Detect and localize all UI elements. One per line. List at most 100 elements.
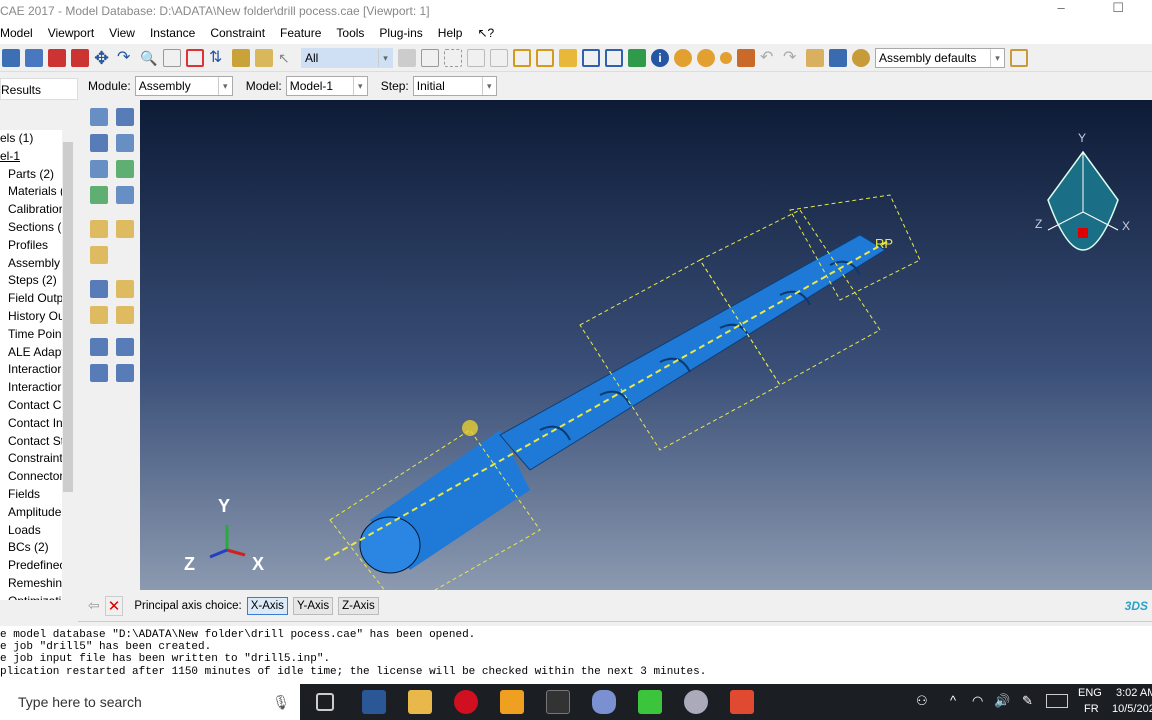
pan-icon[interactable]: ✥	[94, 49, 112, 67]
language-primary[interactable]: ENG	[1078, 687, 1102, 699]
viewport[interactable]: RP Y X Z Y X Z	[140, 100, 1152, 611]
task-view-icon[interactable]	[316, 693, 334, 711]
tree-item[interactable]: Constraint	[0, 450, 62, 468]
datum-csys-offset-icon[interactable]	[116, 364, 134, 382]
tree-item[interactable]: ALE Adapt	[0, 344, 62, 362]
back-arrow-icon[interactable]: ⇦	[88, 597, 100, 614]
module-select[interactable]: Assembly ▾	[134, 76, 233, 96]
file-explorer-icon[interactable]	[408, 690, 432, 714]
keyboard-icon[interactable]	[1046, 694, 1068, 708]
tree-item[interactable]: Loads	[0, 522, 62, 540]
abaqus-viewer-icon[interactable]	[592, 690, 616, 714]
zoom-icon[interactable]: 🔍	[140, 49, 158, 67]
tree-item[interactable]: Calibratior	[0, 201, 62, 219]
menu-model[interactable]: Model	[0, 26, 33, 40]
tree-item[interactable]: Parts (2)	[0, 166, 62, 184]
word-icon[interactable]	[362, 690, 386, 714]
taskbar-search[interactable]: Type here to search 🎙	[0, 684, 300, 720]
cycle-view-icon[interactable]: ⇅	[209, 49, 227, 67]
select2-icon[interactable]	[490, 48, 508, 67]
tree-item[interactable]: Materials (	[0, 183, 62, 201]
tree-item[interactable]: Predefinec	[0, 557, 62, 575]
ladder2-icon[interactable]	[255, 48, 273, 67]
volume-icon[interactable]: 🔊	[994, 693, 1010, 709]
views-icon[interactable]	[806, 48, 824, 67]
select-icon[interactable]	[467, 48, 485, 67]
merge-cut-icon[interactable]	[90, 186, 108, 204]
datum-csys-3pts-icon[interactable]	[90, 364, 108, 382]
shaded-icon[interactable]	[628, 48, 646, 67]
table-icon[interactable]	[829, 48, 847, 67]
step-select[interactable]: Initial ▾	[412, 76, 497, 96]
menu-plugins[interactable]: Plug-ins	[379, 26, 422, 40]
chevron-up-icon[interactable]: ^	[950, 693, 956, 708]
datum-axis-icon[interactable]	[116, 280, 134, 298]
context-help-button[interactable]: ↖?	[477, 26, 494, 40]
face-to-face-icon[interactable]	[116, 220, 134, 238]
microphone-icon[interactable]: 🎙	[272, 684, 290, 720]
app2-icon[interactable]	[684, 690, 708, 714]
tree-item[interactable]: Contact St	[0, 433, 62, 451]
selection-option-icon[interactable]	[398, 48, 416, 67]
linear-pattern-icon[interactable]	[116, 108, 134, 126]
info-icon[interactable]: i	[651, 48, 669, 67]
camtasia-icon[interactable]	[638, 690, 662, 714]
translate-instance-icon[interactable]	[116, 134, 134, 152]
tree-item[interactable]: Interactior	[0, 379, 62, 397]
language-secondary[interactable]: FR	[1084, 703, 1099, 715]
tree-item[interactable]: Time Poin	[0, 326, 62, 344]
clock-date[interactable]: 10/5/202	[1112, 703, 1152, 715]
render-cube-icon[interactable]	[1010, 48, 1028, 67]
menu-feature[interactable]: Feature	[280, 26, 321, 40]
wifi-icon[interactable]: ◠	[972, 693, 983, 709]
save-icon[interactable]	[2, 48, 20, 67]
datum-point-icon[interactable]	[90, 280, 108, 298]
selection-filter-select[interactable]: All ▾	[301, 47, 393, 68]
x-axis-button[interactable]: X-Axis	[246, 596, 288, 615]
color-palette-icon[interactable]	[852, 48, 870, 67]
partition-icon[interactable]	[116, 306, 134, 324]
menu-constraint[interactable]: Constraint	[210, 26, 265, 40]
cube-icon[interactable]	[421, 48, 439, 67]
sphere-icon[interactable]	[720, 51, 732, 64]
tree-scrollbar[interactable]	[62, 130, 74, 600]
box-select-icon[interactable]	[444, 48, 462, 67]
boolean-icon[interactable]	[116, 186, 134, 204]
menu-instance[interactable]: Instance	[150, 26, 195, 40]
tree-item[interactable]: Steps (2)	[0, 272, 62, 290]
view-iso-icon[interactable]	[513, 48, 531, 67]
radial-pattern-icon[interactable]	[90, 134, 108, 152]
parallel-face-icon[interactable]	[90, 220, 108, 238]
cancel-icon[interactable]: ✕	[104, 595, 124, 616]
ladder-icon[interactable]	[232, 48, 250, 67]
tree-item[interactable]: Contact Co	[0, 397, 62, 415]
query-icon[interactable]	[737, 48, 755, 67]
z-axis-button[interactable]: Z-Axis	[338, 596, 379, 615]
app-icon[interactable]	[500, 690, 524, 714]
tree-item[interactable]: Contact In	[0, 415, 62, 433]
opera-icon[interactable]	[454, 690, 478, 714]
wireframe-icon[interactable]	[582, 48, 600, 67]
tree-item[interactable]: Field Outp	[0, 290, 62, 308]
tree-item[interactable]: Remeshing	[0, 575, 62, 593]
tree-item[interactable]: Connector	[0, 468, 62, 486]
view-front-icon[interactable]	[536, 48, 554, 67]
select-arrow-icon[interactable]: ↖	[278, 49, 296, 67]
y-axis-button[interactable]: Y-Axis	[292, 596, 334, 615]
people-icon[interactable]: ⚇	[916, 693, 928, 709]
create-instance-icon[interactable]	[90, 108, 108, 126]
display-group-icon[interactable]	[674, 48, 692, 67]
tab-results[interactable]: Results	[0, 78, 78, 100]
tree-item[interactable]: History Ou	[0, 308, 62, 326]
datum-csys-icon[interactable]	[116, 338, 134, 356]
app3-icon[interactable]	[730, 690, 754, 714]
clock-time[interactable]: 3:02 AM	[1116, 687, 1152, 699]
view-top-icon[interactable]	[559, 48, 577, 67]
rotate-instance-icon[interactable]	[90, 160, 108, 178]
rotate-icon[interactable]: ↷	[117, 49, 135, 67]
datum-xyz-icon[interactable]	[90, 338, 108, 356]
terminal-icon[interactable]	[546, 690, 570, 714]
tree-item[interactable]: Optimizati	[0, 593, 62, 600]
datum-plane-icon[interactable]	[90, 306, 108, 324]
tree-item[interactable]: Fields	[0, 486, 62, 504]
